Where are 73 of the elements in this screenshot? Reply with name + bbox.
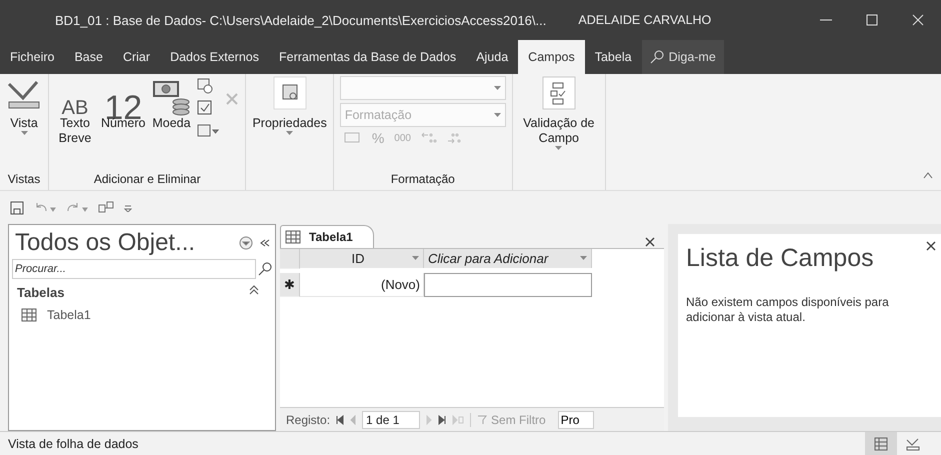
maximize-icon	[866, 14, 878, 26]
status-text: Vista de folha de dados	[8, 436, 140, 450]
field-type-button[interactable]: Moeda	[151, 76, 192, 131]
more-fields-icon	[197, 122, 220, 138]
user-name: ADELAIDE CARVALHO	[578, 13, 712, 27]
ribbon-tab[interactable]: Ajuda	[466, 40, 518, 74]
collapse-pane-icon[interactable]	[259, 237, 271, 249]
nav-group-header[interactable]: Tabelas	[17, 285, 64, 300]
ribbon-tab[interactable]: Base	[64, 40, 113, 74]
collapse-group-icon[interactable]	[249, 285, 259, 295]
last-record-icon[interactable]	[438, 414, 446, 424]
datasheet-view-icon	[874, 436, 888, 450]
properties-button[interactable]: Propriedades	[252, 76, 327, 136]
undo-icon[interactable]	[34, 200, 56, 214]
ribbon-tab[interactable]: Ferramentas da Base de Dados	[269, 40, 466, 74]
delete-icon	[225, 92, 240, 106]
ribbon-tab[interactable]: Dados Externos	[160, 40, 269, 74]
caret-icon	[555, 146, 562, 151]
text-field-glyph: AB	[62, 96, 88, 116]
decrease-decimals-icon	[446, 131, 463, 145]
dropdown-circle-icon[interactable]	[239, 236, 253, 250]
new-row-marker: ✱	[280, 273, 300, 297]
window-title: BD1_01 : Base de Dados- C:\Users\Adelaide_2\Documents\ExerciciosAccess2016\...	[55, 12, 546, 28]
first-record-icon[interactable]	[336, 414, 344, 424]
caret-icon	[20, 131, 28, 136]
table-icon	[21, 307, 37, 323]
group-label: Formatação	[390, 172, 456, 188]
record-label: Registo:	[286, 412, 330, 426]
tell-me-field[interactable]: Diga-me	[642, 40, 724, 74]
record-position-field[interactable]: 1 de 1	[362, 410, 420, 428]
currency-format-icon	[344, 131, 362, 145]
document-tab[interactable]: Tabela1	[280, 225, 374, 248]
search-icon	[258, 262, 272, 276]
date-time-icon	[197, 78, 214, 94]
search-icon	[650, 50, 664, 64]
increase-decimals-icon	[420, 131, 437, 145]
field-list-message: Não existem campos disponíveis para adicionar à vista atual.	[686, 295, 890, 325]
tell-me-placeholder: Diga-me	[668, 50, 716, 64]
column-header[interactable]: Clicar para Adicionar	[424, 249, 592, 268]
view-switch-button[interactable]	[865, 432, 897, 455]
close-icon	[912, 14, 924, 26]
record-search-field[interactable]: Pro	[558, 410, 594, 428]
ribbon-tab[interactable]: Criar	[112, 40, 160, 74]
view-button[interactable]: Vista	[6, 76, 42, 136]
caret-icon	[286, 131, 294, 136]
close-icon[interactable]	[644, 236, 656, 248]
ribbon-tab[interactable]: Campos	[518, 40, 585, 74]
format-placeholder: Formatação	[344, 108, 412, 122]
caret-icon	[580, 256, 587, 261]
save-icon[interactable]	[10, 200, 24, 214]
field-list-title: Lista de Campos	[686, 244, 875, 273]
collapse-ribbon-icon	[923, 171, 933, 179]
nav-item[interactable]: Tabela1	[9, 304, 275, 326]
table-icon	[285, 229, 301, 245]
ribbon-tab[interactable]: Tabela	[584, 40, 642, 74]
checkbox-icon	[197, 100, 214, 116]
active-cell[interactable]	[424, 273, 592, 297]
relationships-icon[interactable]	[98, 200, 114, 214]
design-view-icon	[906, 436, 920, 450]
redo-icon[interactable]	[66, 200, 88, 214]
field-type-button[interactable]: AB Texto Breve	[55, 76, 95, 146]
caret-icon	[494, 112, 501, 118]
search-field[interactable]: Procurar...	[12, 259, 256, 279]
close-icon[interactable]	[925, 240, 937, 252]
customize-toolbar-icon[interactable]	[124, 204, 132, 212]
group-label: Vistas	[6, 172, 42, 188]
field-validation-button[interactable]: Validação de Campo	[518, 76, 599, 151]
ribbon-tab[interactable]: Ficheiro	[0, 40, 64, 74]
group-label: Adicionar e Eliminar	[92, 172, 202, 188]
column-header[interactable]: ID	[300, 249, 424, 268]
caret-icon	[412, 256, 419, 261]
nav-pane-title: Todos os Objet...	[15, 229, 196, 257]
caret-icon	[494, 86, 501, 90]
